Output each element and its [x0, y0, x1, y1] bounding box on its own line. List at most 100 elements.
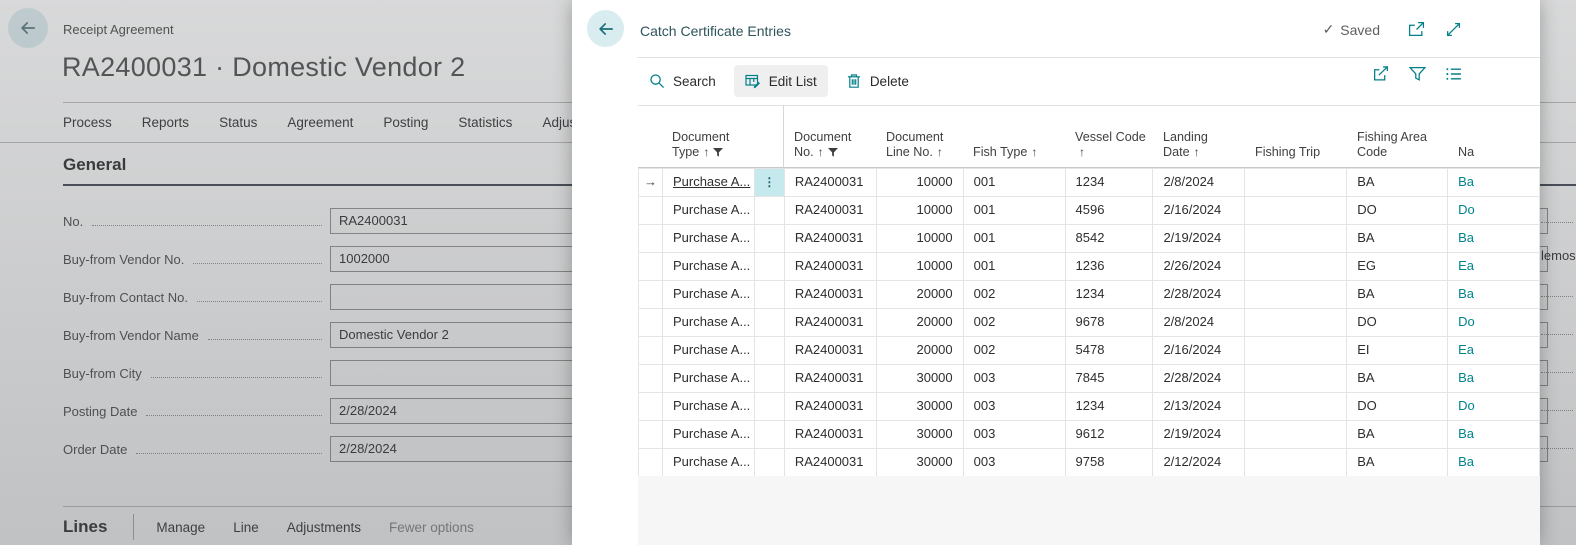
- row-selector-cell[interactable]: [639, 197, 663, 225]
- cell-doc-no[interactable]: RA2400031: [785, 197, 877, 225]
- cell-fishing-trip[interactable]: [1245, 365, 1347, 393]
- cell-area-code[interactable]: BA: [1347, 225, 1448, 253]
- cell-area-code[interactable]: DO: [1347, 309, 1448, 337]
- row-selector-cell[interactable]: [639, 421, 663, 449]
- cell-vessel-code[interactable]: 8542: [1066, 225, 1154, 253]
- cell-doc-type[interactable]: Purchase A...: [663, 449, 755, 477]
- col-header-fish-type[interactable]: Fish Type↑: [963, 105, 1065, 167]
- cell-fishing-trip[interactable]: [1245, 449, 1347, 477]
- cell-area-code[interactable]: DO: [1347, 197, 1448, 225]
- cell-row-menu[interactable]: [755, 393, 785, 421]
- cell-name[interactable]: Ba: [1448, 281, 1540, 309]
- cell-fish-type[interactable]: 003: [964, 421, 1066, 449]
- cell-area-code[interactable]: DO: [1347, 393, 1448, 421]
- cell-landing-date[interactable]: 2/12/2024: [1153, 449, 1245, 477]
- cell-landing-date[interactable]: 2/19/2024: [1153, 421, 1245, 449]
- cell-row-menu[interactable]: [755, 309, 785, 337]
- col-header-doc-type[interactable]: DocumentType↑: [662, 105, 754, 167]
- col-header-area-code[interactable]: Fishing AreaCode: [1347, 105, 1448, 167]
- cell-fish-type[interactable]: 002: [964, 309, 1066, 337]
- cell-vessel-code[interactable]: 1234: [1066, 169, 1154, 197]
- cell-doc-type[interactable]: Purchase A...: [663, 225, 755, 253]
- col-header-line-no[interactable]: DocumentLine No.↑: [876, 105, 963, 167]
- row-selector-cell[interactable]: [639, 337, 663, 365]
- cell-row-menu[interactable]: [755, 365, 785, 393]
- cell-area-code[interactable]: EI: [1347, 337, 1448, 365]
- col-header-vessel-code[interactable]: Vessel Code↑: [1065, 105, 1153, 167]
- cell-vessel-code[interactable]: 1234: [1066, 393, 1154, 421]
- cell-doc-type[interactable]: Purchase A...: [663, 421, 755, 449]
- cell-doc-no[interactable]: RA2400031: [785, 337, 877, 365]
- cell-landing-date[interactable]: 2/8/2024: [1153, 169, 1245, 197]
- cell-doc-type[interactable]: Purchase A...: [663, 197, 755, 225]
- cell-name[interactable]: Ea: [1448, 337, 1540, 365]
- current-row-marker[interactable]: →: [639, 169, 663, 197]
- edit-list-button[interactable]: Edit List: [734, 65, 828, 97]
- row-selector-cell[interactable]: [639, 309, 663, 337]
- expand-icon[interactable]: [1445, 21, 1462, 38]
- cell-landing-date[interactable]: 2/28/2024: [1153, 365, 1245, 393]
- open-in-window-icon[interactable]: [1408, 21, 1425, 38]
- cell-fish-type[interactable]: 003: [964, 393, 1066, 421]
- cell-fish-type[interactable]: 001: [964, 253, 1066, 281]
- cell-fishing-trip[interactable]: [1245, 225, 1347, 253]
- cell-name[interactable]: Ea: [1448, 253, 1540, 281]
- row-selector-cell[interactable]: [639, 253, 663, 281]
- cell-doc-type[interactable]: Purchase A...: [663, 309, 755, 337]
- cell-doc-no[interactable]: RA2400031: [785, 225, 877, 253]
- cell-line-no[interactable]: 10000: [877, 253, 964, 281]
- cell-name[interactable]: Ba: [1448, 169, 1540, 197]
- cell-area-code[interactable]: BA: [1347, 365, 1448, 393]
- cell-vessel-code[interactable]: 9758: [1066, 449, 1154, 477]
- col-header-landing-date[interactable]: LandingDate↑: [1153, 105, 1245, 167]
- cell-landing-date[interactable]: 2/19/2024: [1153, 225, 1245, 253]
- row-selector-cell[interactable]: [639, 225, 663, 253]
- cell-vessel-code[interactable]: 1234: [1066, 281, 1154, 309]
- col-header-name[interactable]: Na: [1448, 105, 1540, 167]
- cell-row-menu[interactable]: [755, 421, 785, 449]
- cell-area-code[interactable]: BA: [1347, 449, 1448, 477]
- cell-doc-type[interactable]: Purchase A...: [663, 169, 755, 197]
- cell-fishing-trip[interactable]: [1245, 421, 1347, 449]
- row-selector-cell[interactable]: [639, 365, 663, 393]
- cell-row-menu[interactable]: [755, 225, 785, 253]
- cell-line-no[interactable]: 30000: [877, 365, 964, 393]
- cell-name[interactable]: Do: [1448, 309, 1540, 337]
- col-header-fishing-trip[interactable]: Fishing Trip: [1245, 105, 1347, 167]
- cell-doc-type[interactable]: Purchase A...: [663, 253, 755, 281]
- row-selector-cell[interactable]: [639, 281, 663, 309]
- cell-fishing-trip[interactable]: [1245, 281, 1347, 309]
- cell-landing-date[interactable]: 2/16/2024: [1153, 337, 1245, 365]
- cell-line-no[interactable]: 20000: [877, 309, 964, 337]
- cell-doc-no[interactable]: RA2400031: [785, 365, 877, 393]
- cell-row-menu[interactable]: [755, 449, 785, 477]
- cell-doc-no[interactable]: RA2400031: [785, 281, 877, 309]
- cell-row-menu[interactable]: [755, 281, 785, 309]
- row-options-button[interactable]: ⋮: [755, 169, 785, 197]
- cell-fish-type[interactable]: 001: [964, 169, 1066, 197]
- cell-vessel-code[interactable]: 9678: [1066, 309, 1154, 337]
- cell-line-no[interactable]: 30000: [877, 393, 964, 421]
- cell-fish-type[interactable]: 002: [964, 281, 1066, 309]
- cell-line-no[interactable]: 10000: [877, 197, 964, 225]
- cell-line-no[interactable]: 30000: [877, 449, 964, 477]
- cell-area-code[interactable]: BA: [1347, 421, 1448, 449]
- cell-area-code[interactable]: EG: [1347, 253, 1448, 281]
- cell-area-code[interactable]: BA: [1347, 281, 1448, 309]
- cell-row-menu[interactable]: [755, 337, 785, 365]
- cell-fish-type[interactable]: 003: [964, 449, 1066, 477]
- cell-vessel-code[interactable]: 7845: [1066, 365, 1154, 393]
- col-header-doc-no[interactable]: DocumentNo.↑: [784, 105, 876, 167]
- cell-fishing-trip[interactable]: [1245, 337, 1347, 365]
- cell-fish-type[interactable]: 001: [964, 197, 1066, 225]
- cell-landing-date[interactable]: 2/26/2024: [1153, 253, 1245, 281]
- cell-line-no[interactable]: 30000: [877, 421, 964, 449]
- cell-doc-no[interactable]: RA2400031: [785, 449, 877, 477]
- cell-row-menu[interactable]: [755, 197, 785, 225]
- cell-area-code[interactable]: BA: [1347, 169, 1448, 197]
- cell-line-no[interactable]: 10000: [877, 169, 964, 197]
- cell-name[interactable]: Ba: [1448, 449, 1540, 477]
- row-selector-cell[interactable]: [639, 449, 663, 477]
- cell-name[interactable]: Ba: [1448, 225, 1540, 253]
- delete-button[interactable]: Delete: [835, 65, 920, 97]
